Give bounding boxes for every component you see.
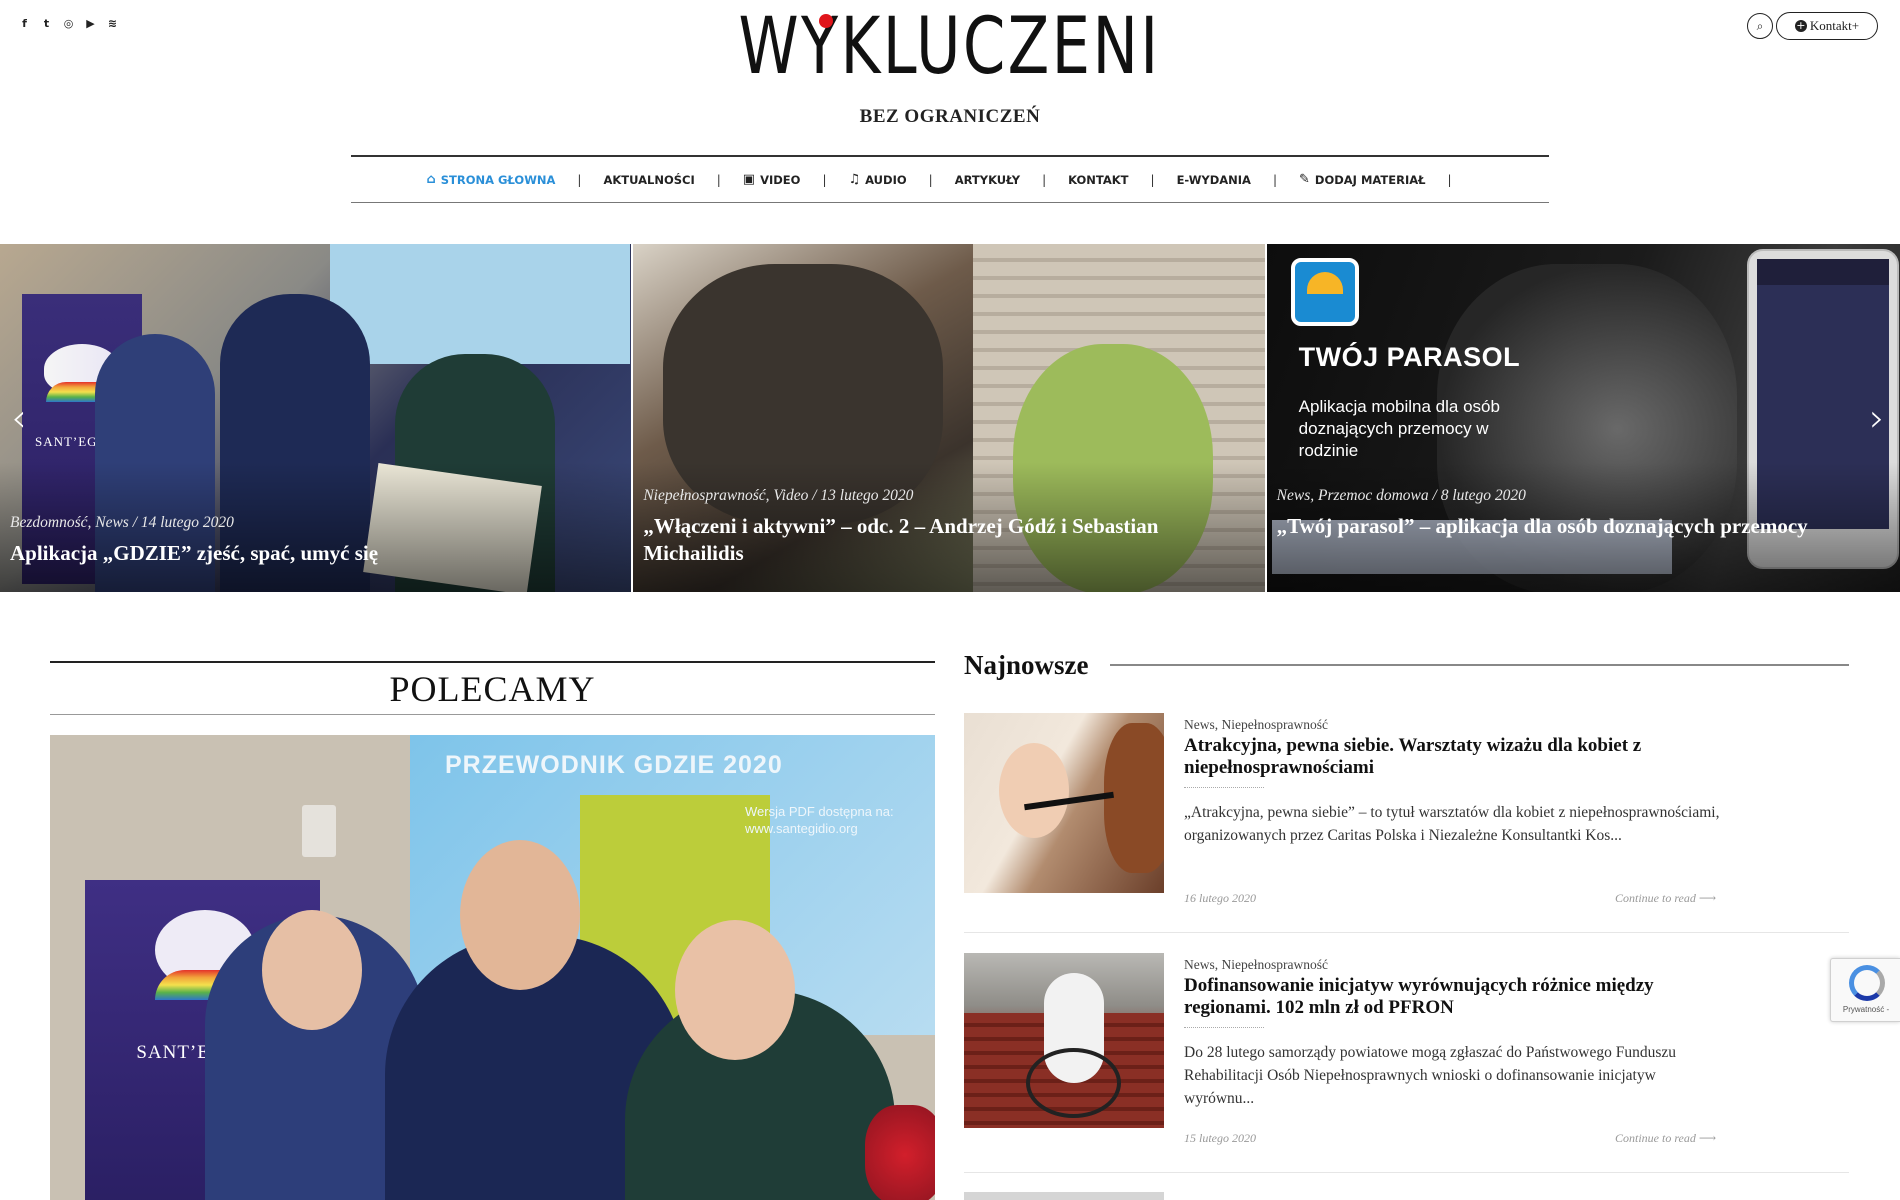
post-thumbnail[interactable] <box>964 1192 1164 1200</box>
promo-description: Aplikacja mobilna dla osób doznających p… <box>1298 397 1500 460</box>
slide[interactable]: Niepełnosprawność, Video / 13 lutego 202… <box>633 244 1265 592</box>
nav-label: AUDIO <box>865 172 907 187</box>
main-nav: ⌂ STRONA GŁOWNA | AKTUALNOŚCI | ▣ VIDEO … <box>351 155 1549 203</box>
nav-item-dodaj-material[interactable]: ✎ DODAJ MATERIAŁ <box>1299 172 1426 187</box>
slider-next-icon[interactable]: › <box>1866 398 1888 438</box>
nav-item-audio[interactable]: ♫ AUDIO <box>848 172 906 187</box>
slide-meta[interactable]: Bezdomność, News / 14 lutego 2020 <box>10 514 234 532</box>
site-tagline: BEZ OGRANICZEŃ <box>859 106 1041 127</box>
post-item <box>964 1192 1849 1200</box>
face-shape <box>460 840 580 990</box>
site-logo[interactable]: WYKLUCZENI <box>0 8 1900 86</box>
music-icon: ♫ <box>848 172 861 187</box>
site-title[interactable]: WYKLUCZENI <box>739 8 1161 86</box>
post-title[interactable]: Atrakcyjna, pewna siebie. Warsztaty wiza… <box>1184 735 1724 779</box>
continue-reading-link[interactable]: Continue to read ⟶ <box>1615 891 1716 906</box>
recaptcha-badge[interactable]: Prywatność - <box>1830 958 1900 1022</box>
slide-meta[interactable]: News, Przemoc domowa / 8 lutego 2020 <box>1277 487 1526 505</box>
slide-title[interactable]: „Twój parasol” – aplikacja dla osób dozn… <box>1277 513 1860 540</box>
promo-title: TWÓJ PARASOL <box>1298 342 1521 372</box>
flowers-shape <box>865 1105 935 1200</box>
nav-separator: | <box>1150 172 1155 187</box>
plus-circle-icon: + <box>1794 19 1807 32</box>
slider-prev-icon[interactable]: ‹ <box>8 398 30 438</box>
slide-meta[interactable]: Niepełnosprawność, Video / 13 lutego 202… <box>643 487 913 505</box>
search-button[interactable]: ⌕ <box>1747 13 1773 39</box>
continue-reading-link[interactable]: Continue to read ⟶ <box>1615 1131 1716 1146</box>
polecamy-title: POLECAMY <box>389 668 596 709</box>
speaker-shape <box>302 805 336 857</box>
nav-separator: | <box>1447 172 1452 187</box>
post-item: News, Niepełnosprawność Atrakcyjna, pewn… <box>964 713 1849 933</box>
divider <box>1110 664 1849 666</box>
nav-label: AKTUALNOŚCI <box>603 172 695 187</box>
post-thumbnail[interactable] <box>964 953 1164 1128</box>
title-underline <box>1184 787 1264 788</box>
post-item: News, Niepełnosprawność Dofinansowanie i… <box>964 953 1849 1173</box>
home-icon: ⌂ <box>426 172 436 187</box>
slide-title[interactable]: „Włączeni i aktywni” – odc. 2 – Andrzej … <box>643 513 1224 567</box>
post-categories[interactable]: News, Niepełnosprawność <box>1184 717 1328 733</box>
recaptcha-text[interactable]: Prywatność - <box>1831 1005 1900 1014</box>
title-underline <box>1184 1027 1264 1028</box>
edit-icon: ✎ <box>1299 172 1310 187</box>
recaptcha-icon <box>1849 965 1885 1001</box>
post-date: 16 lutego 2020 <box>1184 891 1256 905</box>
nav-item-video[interactable]: ▣ VIDEO <box>743 172 801 187</box>
wheelchair-shape <box>1026 1048 1121 1118</box>
nav-item-home[interactable]: ⌂ STRONA GŁOWNA <box>426 172 555 187</box>
search-icon: ⌕ <box>1756 18 1764 33</box>
post-separator <box>964 1172 1849 1173</box>
nav-separator: | <box>577 172 582 187</box>
featured-slider: SANT’EGIDIO Bezdomność, News / 14 lutego… <box>0 244 1900 592</box>
nav-label: VIDEO <box>760 172 801 187</box>
nav-separator: | <box>822 172 827 187</box>
nav-label: DODAJ MATERIAŁ <box>1314 172 1426 187</box>
nav-separator: | <box>1272 172 1277 187</box>
projector-pdf-note: Wersja PDF dostępna na: www.santegidio.o… <box>745 804 894 836</box>
face-shape <box>262 910 362 1030</box>
post-excerpt: „Atrakcyjna, pewna siebie” – to tytuł wa… <box>1184 804 1720 844</box>
post-separator <box>964 932 1849 933</box>
nav-item-e-wydania[interactable]: E-WYDANIA <box>1177 173 1251 187</box>
kontakt-button[interactable]: + Kontakt+ <box>1776 12 1878 40</box>
kontakt-label: Kontakt+ <box>1809 18 1860 33</box>
post-thumbnail[interactable] <box>964 713 1164 893</box>
face-shape <box>999 743 1069 838</box>
umbrella-icon <box>1290 258 1359 326</box>
nav-separator: | <box>716 172 721 187</box>
post-categories[interactable]: News, Niepełnosprawność <box>1184 957 1328 973</box>
face-shape <box>675 920 795 1060</box>
slide[interactable]: SANT’EGIDIO Bezdomność, News / 14 lutego… <box>0 244 632 592</box>
polecamy-header: POLECAMY <box>50 661 935 715</box>
projector-title: PRZEWODNIK GDZIE 2020 <box>445 751 783 779</box>
nav-label: KONTAKT <box>1068 172 1129 187</box>
slide-image-screen <box>330 244 630 364</box>
video-icon: ▣ <box>742 172 756 187</box>
post-date: 15 lutego 2020 <box>1184 1131 1256 1145</box>
nav-label: ARTYKUŁY <box>954 172 1021 187</box>
nav-separator: | <box>928 172 933 187</box>
featured-image[interactable]: PRZEWODNIK GDZIE 2020 Wersja PDF dostępn… <box>50 735 935 1200</box>
nav-item-kontakt[interactable]: KONTAKT <box>1068 173 1128 187</box>
nav-label: E-WYDANIA <box>1176 172 1251 187</box>
najnowsze-title: Najnowsze <box>964 649 1089 680</box>
nav-label: STRONA GŁOWNA <box>440 172 556 187</box>
nav-item-aktualnosci[interactable]: AKTUALNOŚCI <box>603 173 694 187</box>
najnowsze-header: Najnowsze <box>964 645 1849 685</box>
nav-separator: | <box>1042 172 1047 187</box>
logo-dot <box>819 14 833 28</box>
hair-shape <box>1104 723 1164 873</box>
post-title[interactable]: Dofinansowanie inicjatyw wyrównujących r… <box>1184 975 1724 1019</box>
slide-title[interactable]: Aplikacja „GDZIE” zjeść, spać, umyć się <box>10 540 591 567</box>
slide[interactable]: TWÓJ PARASOL Aplikacja mobilna dla osób … <box>1266 244 1900 592</box>
nav-item-artykuly[interactable]: ARTYKUŁY <box>955 173 1020 187</box>
post-excerpt: Do 28 lutego samorządy powiatowe mogą zg… <box>1184 1044 1677 1107</box>
